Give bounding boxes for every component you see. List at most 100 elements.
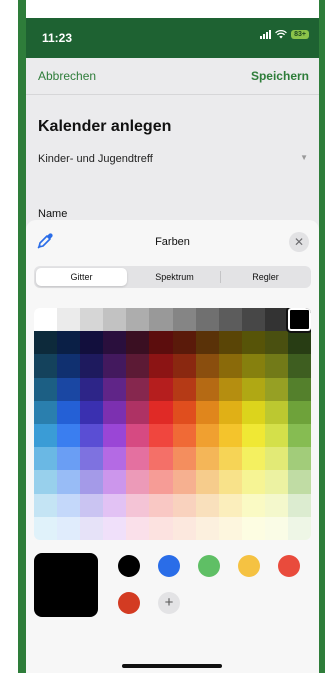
color-cell[interactable] (218, 424, 242, 448)
color-cell[interactable] (57, 308, 81, 332)
color-cell[interactable] (287, 470, 311, 494)
color-cell[interactable] (287, 331, 311, 355)
color-cell[interactable] (34, 308, 58, 332)
color-cell[interactable] (218, 400, 242, 424)
color-cell[interactable] (103, 400, 127, 424)
tab-spektrum[interactable]: Spektrum (129, 266, 220, 288)
color-cell[interactable] (149, 447, 173, 471)
color-cell[interactable] (34, 516, 58, 540)
color-cell[interactable] (57, 470, 81, 494)
color-cell[interactable] (149, 354, 173, 378)
color-cell[interactable] (218, 516, 242, 540)
add-color-button[interactable]: + (158, 592, 180, 614)
color-cell[interactable] (241, 493, 265, 517)
color-cell[interactable] (195, 331, 219, 355)
color-cell[interactable] (80, 354, 104, 378)
color-cell[interactable] (195, 354, 219, 378)
color-cell[interactable] (241, 377, 265, 401)
color-cell[interactable] (126, 377, 150, 401)
color-cell[interactable] (172, 470, 196, 494)
color-cell[interactable] (80, 447, 104, 471)
color-cell[interactable] (264, 331, 288, 355)
color-cell[interactable] (34, 470, 58, 494)
cancel-button[interactable]: Abbrechen (38, 69, 96, 83)
close-button[interactable]: ✕ (289, 232, 309, 252)
color-cell[interactable] (264, 447, 288, 471)
color-cell[interactable] (264, 470, 288, 494)
color-cell[interactable] (241, 354, 265, 378)
saved-color-swatch[interactable] (198, 555, 220, 577)
color-cell[interactable] (172, 516, 196, 540)
color-cell[interactable] (172, 400, 196, 424)
saved-color-swatch[interactable] (238, 555, 260, 577)
color-cell[interactable] (126, 331, 150, 355)
saved-color-swatch[interactable] (118, 592, 140, 614)
color-cell[interactable] (126, 493, 150, 517)
color-cell[interactable] (172, 377, 196, 401)
color-cell[interactable] (126, 308, 150, 332)
saved-color-swatch[interactable] (158, 555, 180, 577)
color-cell[interactable] (287, 447, 311, 471)
color-cell[interactable] (264, 377, 288, 401)
color-cell[interactable] (218, 493, 242, 517)
color-cell[interactable] (80, 493, 104, 517)
color-cell[interactable] (103, 493, 127, 517)
color-cell[interactable] (126, 424, 150, 448)
color-cell[interactable] (287, 493, 311, 517)
color-cell[interactable] (287, 354, 311, 378)
color-cell[interactable] (103, 377, 127, 401)
color-cell[interactable] (241, 470, 265, 494)
color-cell[interactable] (126, 354, 150, 378)
color-cell[interactable] (149, 308, 173, 332)
color-cell[interactable] (103, 424, 127, 448)
color-cell[interactable] (195, 493, 219, 517)
color-cell[interactable] (172, 493, 196, 517)
color-cell[interactable] (103, 308, 127, 332)
color-cell[interactable] (103, 516, 127, 540)
color-cell[interactable] (126, 516, 150, 540)
color-cell[interactable] (241, 308, 265, 332)
color-cell[interactable] (57, 377, 81, 401)
color-cell[interactable] (80, 331, 104, 355)
color-cell[interactable] (103, 354, 127, 378)
color-cell[interactable] (264, 308, 288, 332)
color-cell[interactable] (264, 354, 288, 378)
color-cell[interactable] (80, 516, 104, 540)
color-cell[interactable] (172, 354, 196, 378)
color-cell[interactable] (287, 308, 311, 332)
color-cell[interactable] (218, 470, 242, 494)
color-cell[interactable] (287, 377, 311, 401)
color-cell[interactable] (103, 331, 127, 355)
color-cell[interactable] (103, 470, 127, 494)
color-cell[interactable] (57, 354, 81, 378)
color-cell[interactable] (57, 400, 81, 424)
color-cell[interactable] (218, 354, 242, 378)
color-cell[interactable] (149, 516, 173, 540)
color-cell[interactable] (195, 516, 219, 540)
color-cell[interactable] (218, 377, 242, 401)
color-cell[interactable] (195, 470, 219, 494)
color-cell[interactable] (218, 308, 242, 332)
color-cell[interactable] (264, 400, 288, 424)
color-cell[interactable] (149, 331, 173, 355)
color-cell[interactable] (149, 470, 173, 494)
color-cell[interactable] (195, 400, 219, 424)
color-cell[interactable] (287, 400, 311, 424)
color-cell[interactable] (195, 308, 219, 332)
color-cell[interactable] (218, 447, 242, 471)
saved-color-swatch[interactable] (278, 555, 300, 577)
group-select[interactable]: Kinder- und Jugendtreff ▼ (38, 153, 308, 165)
tab-regler[interactable]: Regler (220, 266, 311, 288)
color-cell[interactable] (172, 447, 196, 471)
color-cell[interactable] (103, 447, 127, 471)
color-cell[interactable] (34, 424, 58, 448)
color-cell[interactable] (149, 377, 173, 401)
color-cell[interactable] (57, 447, 81, 471)
color-cell[interactable] (241, 516, 265, 540)
color-cell[interactable] (195, 424, 219, 448)
color-cell[interactable] (195, 377, 219, 401)
color-cell[interactable] (80, 400, 104, 424)
color-cell[interactable] (57, 516, 81, 540)
color-cell[interactable] (264, 516, 288, 540)
color-cell[interactable] (34, 331, 58, 355)
